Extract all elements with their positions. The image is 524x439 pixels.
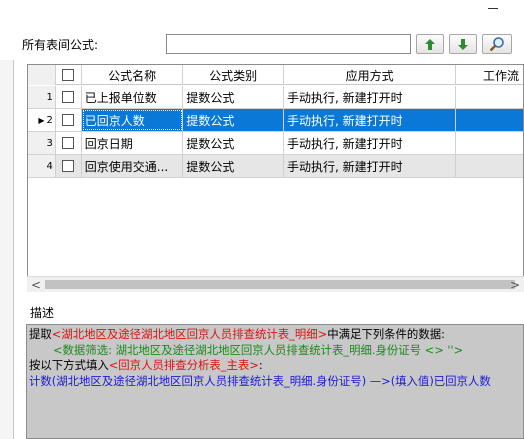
row-checkbox-cell[interactable] [55, 109, 82, 131]
desc-text: 中满足下列条件的数据: [327, 327, 445, 341]
table-row[interactable]: 1 已上报单位数 提数公式 手动执行, 新建打开时 [28, 86, 523, 109]
row-number: 3 [28, 132, 56, 154]
horizontal-scrollbar[interactable]: < > [27, 276, 524, 292]
row-checkbox-cell[interactable] [56, 132, 82, 154]
current-row-icon: ▶ [38, 115, 45, 125]
up-arrow-icon [425, 38, 435, 50]
row-checkbox-cell[interactable] [56, 86, 82, 108]
column-header-app[interactable]: 应用方式 [284, 65, 457, 85]
search-button[interactable] [482, 34, 512, 54]
desc-text: 按以下方式填入 [29, 358, 109, 372]
row-checkbox[interactable] [62, 91, 75, 103]
select-all-checkbox[interactable] [62, 69, 75, 81]
formula-type[interactable]: 提数公式 [183, 132, 284, 154]
row-number: 4 [28, 155, 56, 177]
scroll-right-icon[interactable]: > [510, 278, 520, 292]
description-label: 描述 [30, 306, 55, 320]
scrollbar-thumb[interactable] [45, 280, 515, 289]
row-checkbox[interactable] [62, 114, 75, 126]
row-number: 1 [28, 86, 56, 108]
row-number: ▶ 2 [28, 109, 56, 131]
grid-header: 公式名称 公式类别 应用方式 工作流 [28, 65, 523, 85]
desc-text: : [258, 358, 263, 372]
formula-workflow[interactable] [456, 109, 523, 131]
formula-workflow[interactable] [456, 86, 523, 108]
formula-grid: 公式名称 公式类别 应用方式 工作流 1 已上报单位数 提数公式 手动执行, 新… [27, 64, 524, 292]
formula-type[interactable]: 提数公式 [183, 86, 284, 108]
down-arrow-icon [458, 38, 468, 50]
desc-text: 提取 [29, 327, 52, 341]
column-header-name[interactable]: 公式名称 [82, 65, 184, 85]
search-input[interactable] [166, 34, 411, 54]
minimize-icon[interactable] [488, 8, 498, 9]
formula-name[interactable]: 回京使用交通... [82, 155, 184, 177]
formula-name[interactable]: 回京日期 [82, 132, 184, 154]
formula-type[interactable]: 提数公式 [183, 109, 284, 131]
select-all-header[interactable] [56, 65, 82, 85]
row-number-text: 2 [46, 114, 53, 126]
formula-name[interactable]: 已上报单位数 [82, 86, 184, 108]
description-line-3: 按以下方式填入<回京人员排查分析表_主表>: [29, 358, 521, 374]
description-line-1: 提取<湖北地区及途径湖北地区回京人员排查统计表_明细>中满足下列条件的数据: [29, 327, 521, 343]
formula-app[interactable]: 手动执行, 新建打开时 [283, 109, 457, 131]
description-expression: 计数(湖北地区及途径湖北地区回京人员排查统计表_明细.身份证号) —>(填入值)… [29, 373, 491, 388]
scroll-left-icon[interactable]: < [31, 278, 41, 292]
formula-app[interactable]: 手动执行, 新建打开时 [284, 132, 457, 154]
table-row-selected[interactable]: ▶ 2 已回京人数 提数公式 手动执行, 新建打开时 [28, 109, 523, 132]
column-header-workflow[interactable]: 工作流 [456, 65, 523, 85]
left-panel-edge [0, 60, 14, 439]
column-header-type[interactable]: 公式类别 [183, 65, 284, 85]
formula-workflow[interactable] [456, 155, 523, 177]
table-row[interactable]: 3 回京日期 提数公式 手动执行, 新建打开时 [28, 132, 523, 155]
formula-name[interactable]: 已回京人数 [81, 109, 184, 131]
row-checkbox-cell[interactable] [56, 155, 82, 177]
magnifier-icon [489, 37, 504, 52]
formula-app[interactable]: 手动执行, 新建打开时 [284, 86, 457, 108]
formula-workflow[interactable] [456, 132, 523, 154]
desc-target-table: <回京人员排查分析表_主表> [108, 358, 259, 372]
row-number-header [28, 65, 56, 85]
formula-app[interactable]: 手动执行, 新建打开时 [284, 155, 457, 177]
description-panel: 提取<湖北地区及途径湖北地区回京人员排查统计表_明细>中满足下列条件的数据: <… [26, 324, 524, 439]
desc-source-table: <湖北地区及途径湖北地区回京人员排查统计表_明细> [51, 327, 328, 341]
formula-type[interactable]: 提数公式 [183, 155, 284, 177]
move-up-button[interactable] [416, 34, 444, 54]
row-checkbox[interactable] [62, 160, 75, 172]
row-checkbox[interactable] [62, 137, 75, 149]
formula-list-label: 所有表间公式: [22, 38, 99, 52]
move-down-button[interactable] [449, 34, 477, 54]
description-filter: <数据筛选: 湖北地区及途径湖北地区回京人员排查统计表_明细.身份证号 <> '… [53, 342, 464, 357]
table-row[interactable]: 4 回京使用交通... 提数公式 手动执行, 新建打开时 [28, 155, 523, 178]
